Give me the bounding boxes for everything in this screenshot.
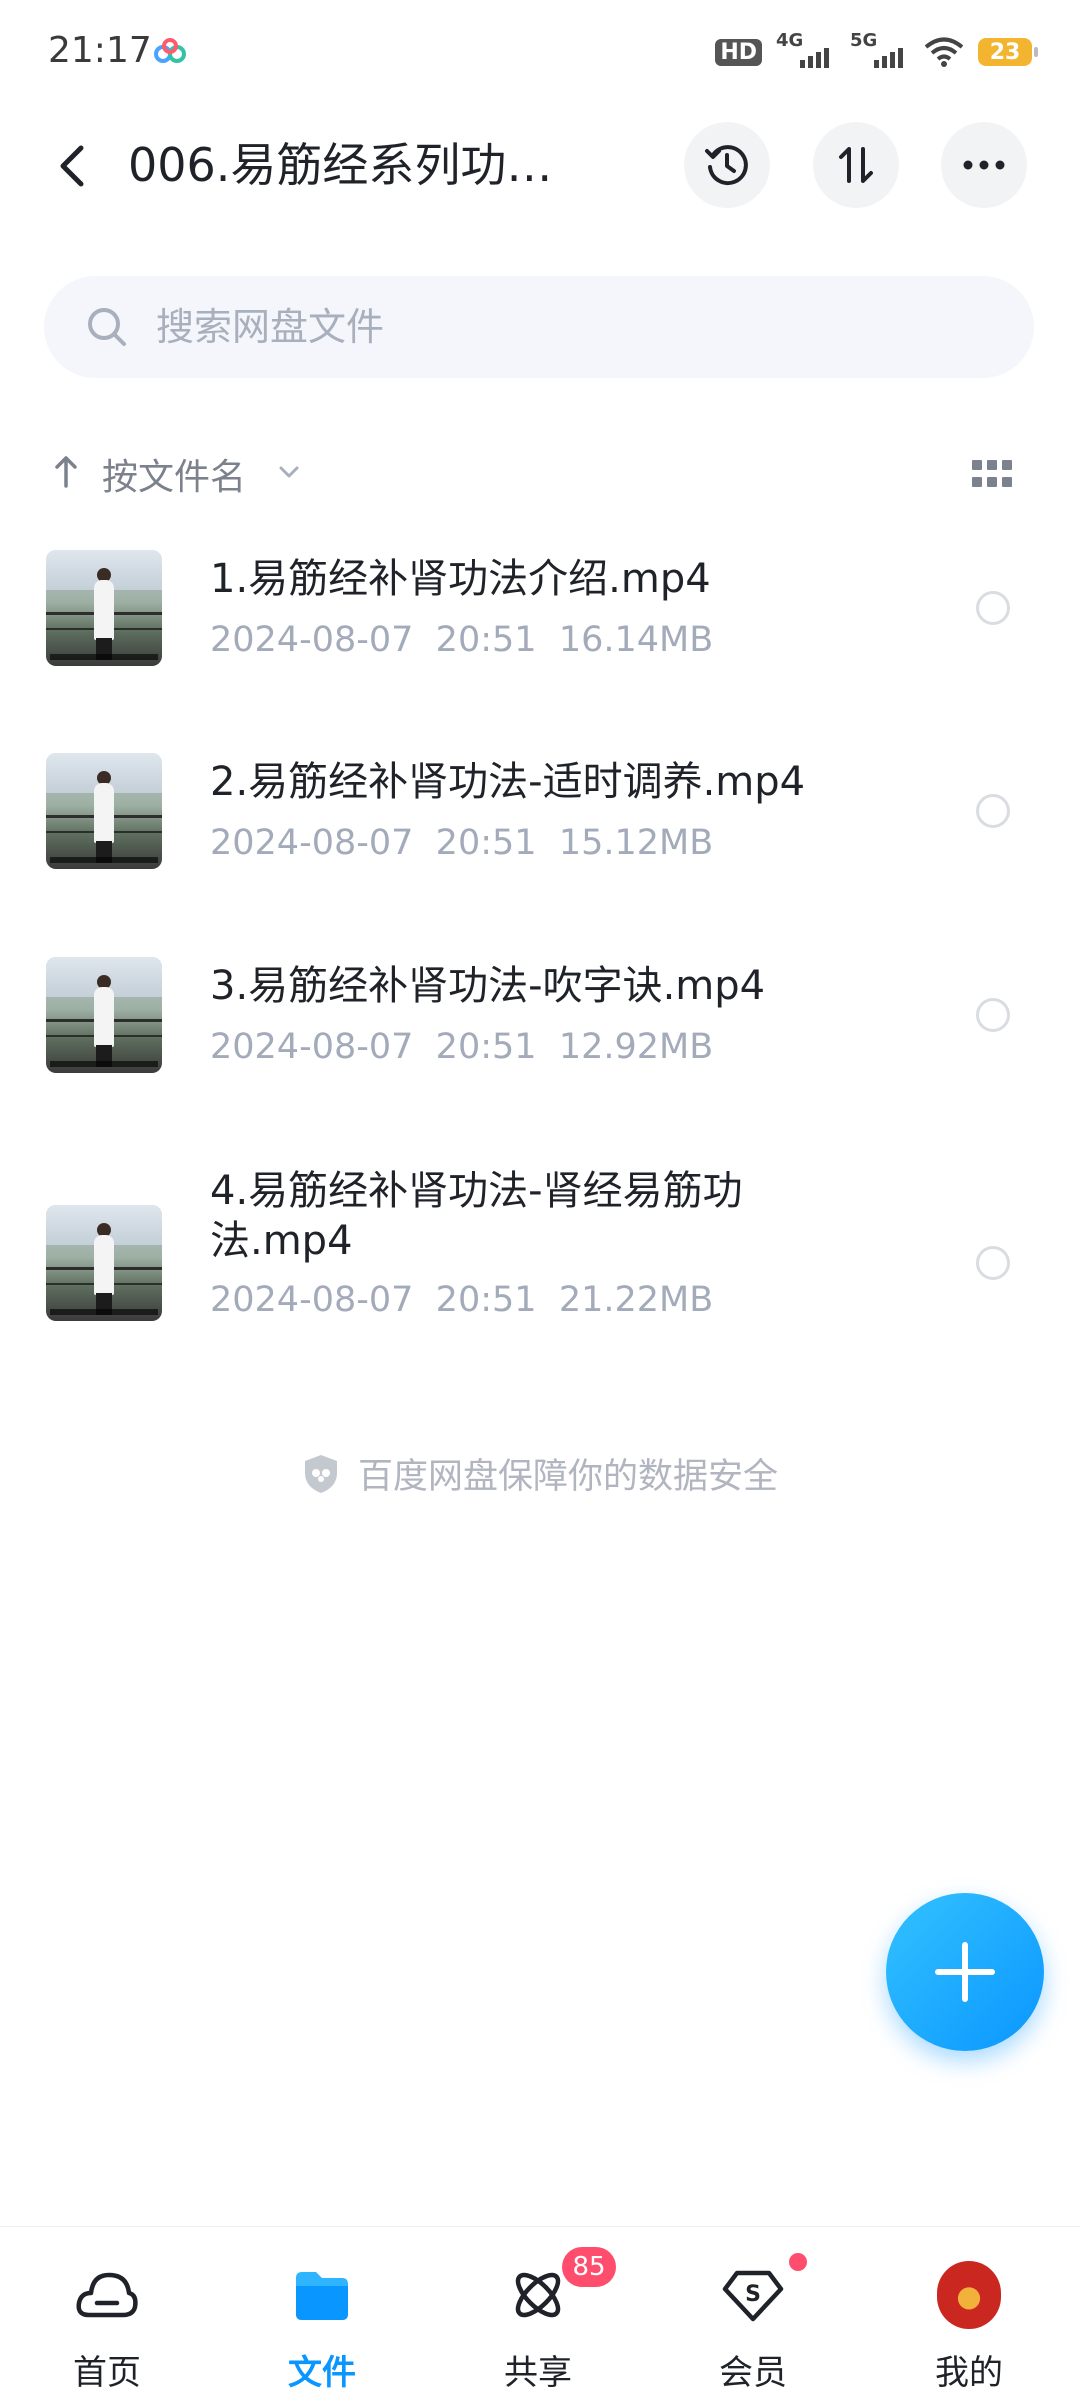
- file-date: 2024-08-07: [210, 1280, 414, 1320]
- file-name: 2.易筋经补肾功法-适时调养.mp4: [210, 759, 806, 805]
- header: 006.易筋经系列功…: [0, 110, 1080, 220]
- chevron-down-icon[interactable]: [276, 462, 302, 482]
- nav-item-home[interactable]: 首页: [27, 2227, 187, 2400]
- file-date: 2024-08-07: [210, 1027, 414, 1067]
- file-name: 4.易筋经补肾功法-肾经易筋功法.mp4: [210, 1168, 743, 1264]
- signal-5g-icon: 5G: [850, 30, 910, 70]
- file-meta: 2024-08-07 20:51 16.14MB: [210, 620, 713, 660]
- nav-label: 我的: [935, 2353, 1003, 2393]
- file-meta: 2024-08-07 20:51 21.22MB: [210, 1280, 713, 1320]
- svg-text:S: S: [745, 2282, 761, 2307]
- search-icon: [88, 308, 126, 346]
- video-thumbnail: [46, 957, 162, 1073]
- share-orbit-icon: [506, 2263, 570, 2327]
- history-icon: [705, 145, 748, 186]
- file-time: 20:51: [435, 823, 537, 863]
- bottom-nav: 首页 文件 85 共享 S 会员 我的: [0, 2226, 1080, 2400]
- wifi-icon: [924, 37, 964, 67]
- sort-bar: 按文件名: [0, 440, 1080, 510]
- file-meta: 2024-08-07 20:51 12.92MB: [210, 1027, 713, 1067]
- sort-button[interactable]: [813, 122, 899, 208]
- search-input[interactable]: [156, 305, 956, 349]
- sort-by-name-label[interactable]: 按文件名: [102, 448, 246, 500]
- file-date: 2024-08-07: [210, 823, 414, 863]
- file-name: 3.易筋经补肾功法-吹字诀.mp4: [210, 963, 766, 1009]
- safety-note: 百度网盘保障你的数据安全: [0, 1448, 1080, 1499]
- file-size: 12.92MB: [558, 1027, 714, 1067]
- file-time: 20:51: [435, 1280, 537, 1320]
- arrow-up-icon[interactable]: [54, 454, 78, 488]
- shield-icon: [304, 1454, 337, 1493]
- status-indicators: HD 4G 5G 23: [715, 30, 1038, 70]
- list-item[interactable]: 2.易筋经补肾功法-适时调养.mp4 2024-08-07 20:51 15.1…: [0, 723, 1080, 883]
- folder-icon: [290, 2263, 354, 2327]
- nav-item-share[interactable]: 85 共享: [458, 2227, 618, 2400]
- video-thumbnail: [46, 753, 162, 869]
- file-size: 15.12MB: [558, 823, 714, 863]
- file-name: 1.易筋经补肾功法介绍.mp4: [210, 556, 711, 602]
- list-item[interactable]: 4.易筋经补肾功法-肾经易筋功法.mp4 2024-08-07 20:51 21…: [0, 1130, 1080, 1360]
- signal-4g-icon: 4G: [776, 30, 836, 70]
- list-item[interactable]: 1.易筋经补肾功法介绍.mp4 2024-08-07 20:51 16.14MB: [0, 520, 1080, 680]
- plus-icon: [935, 1942, 995, 2002]
- video-thumbnail: [46, 1205, 162, 1321]
- file-time: 20:51: [435, 1027, 537, 1067]
- file-time: 20:51: [435, 620, 537, 660]
- hd-badge: HD: [715, 38, 762, 66]
- more-dots-icon: [963, 160, 1005, 170]
- file-meta: 2024-08-07 20:51 15.12MB: [210, 823, 713, 863]
- share-badge: 85: [562, 2247, 616, 2287]
- vip-badge-dot: [789, 2253, 807, 2271]
- select-checkbox[interactable]: [976, 1246, 1010, 1280]
- back-button[interactable]: [44, 138, 100, 194]
- add-button[interactable]: [886, 1893, 1044, 2051]
- select-checkbox[interactable]: [976, 998, 1010, 1032]
- file-size: 21.22MB: [558, 1280, 714, 1320]
- status-time: 21:17: [48, 30, 152, 71]
- nav-label: 共享: [504, 2353, 572, 2393]
- select-checkbox[interactable]: [976, 794, 1010, 828]
- file-size: 16.14MB: [558, 620, 714, 660]
- more-button[interactable]: [941, 122, 1027, 208]
- list-item[interactable]: 3.易筋经补肾功法-吹字诀.mp4 2024-08-07 20:51 12.92…: [0, 927, 1080, 1087]
- baidu-cloud-icon: [154, 38, 186, 63]
- battery-icon: 23: [978, 38, 1038, 66]
- search-box[interactable]: [44, 276, 1034, 378]
- chevron-left-icon: [60, 145, 84, 187]
- nav-item-mine[interactable]: 我的: [889, 2227, 1049, 2400]
- select-checkbox[interactable]: [976, 591, 1010, 625]
- nav-label: 文件: [288, 2353, 356, 2393]
- safety-text: 百度网盘保障你的数据安全: [357, 1457, 778, 1497]
- sort-arrows-icon: [839, 147, 873, 183]
- page-title: 006.易筋经系列功…: [128, 138, 553, 192]
- vip-diamond-icon: S: [721, 2263, 785, 2327]
- file-date: 2024-08-07: [210, 620, 414, 660]
- video-thumbnail: [46, 550, 162, 666]
- nav-item-vip[interactable]: S 会员: [673, 2227, 833, 2400]
- history-button[interactable]: [684, 122, 770, 208]
- grid-view-icon[interactable]: [972, 460, 1012, 488]
- nav-label: 首页: [73, 2353, 141, 2393]
- nav-item-files[interactable]: 文件: [242, 2227, 402, 2400]
- avatar: [937, 2261, 1001, 2329]
- status-bar: 21:17 HD 4G 5G 23: [0, 0, 1080, 110]
- nav-label: 会员: [719, 2353, 787, 2393]
- cloud-home-icon: [75, 2263, 139, 2327]
